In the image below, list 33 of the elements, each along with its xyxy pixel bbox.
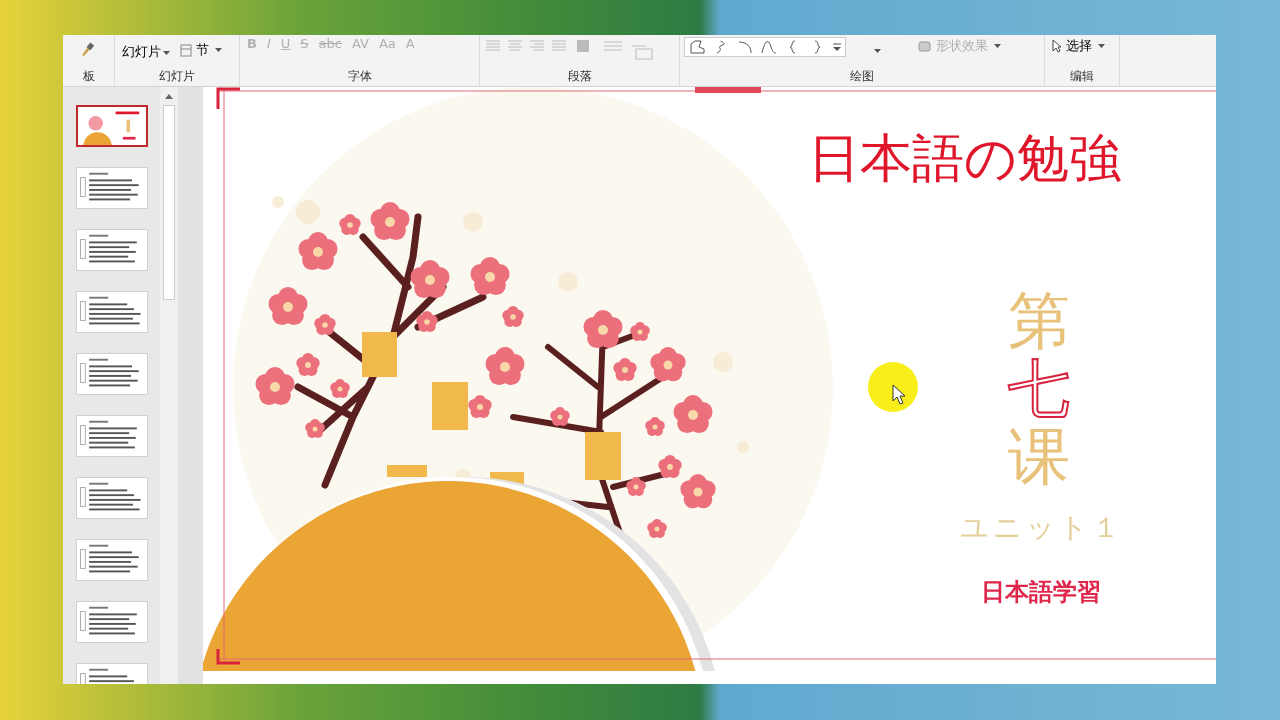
slide-title: 日本語の勉強: [808, 127, 1121, 190]
new-slide-button[interactable]: 幻灯片: [119, 43, 173, 61]
group-label: 段落: [566, 68, 593, 85]
slide-subtitle: 日本語学習: [981, 577, 1101, 608]
shape-effects-icon: [918, 40, 932, 52]
caret-icon: [994, 44, 1001, 48]
scroll-up-icon[interactable]: [165, 93, 173, 99]
scrollbar[interactable]: [160, 87, 178, 684]
freeform-shape-icon[interactable]: [689, 39, 705, 55]
scrollbar-thumb[interactable]: [163, 105, 175, 300]
slide-thumbnail[interactable]: [75, 105, 148, 147]
cursor-highlight-drawing: [868, 362, 918, 412]
format-painter-icon[interactable]: [79, 41, 95, 57]
group-label: 字体: [346, 68, 373, 85]
caret-icon[interactable]: [874, 49, 881, 53]
group-label: 板: [81, 68, 96, 85]
group-label: 幻灯片: [158, 68, 196, 85]
caret-icon: [1098, 44, 1105, 48]
pointer-icon: [1052, 39, 1062, 53]
group-label: 编辑: [1069, 68, 1095, 85]
arc-icon[interactable]: [737, 39, 753, 55]
caret-icon: [215, 48, 222, 52]
unit-label: ユニット１: [960, 510, 1124, 546]
section-button[interactable]: 节: [177, 41, 225, 59]
gallery-more-icon[interactable]: [833, 42, 841, 52]
section-icon: [180, 43, 192, 57]
vertical-title: 第 七 课: [1008, 287, 1070, 492]
caret-icon: [163, 50, 170, 55]
select-button[interactable]: 选择: [1049, 37, 1108, 55]
shape-gallery[interactable]: [684, 37, 846, 57]
selection-handle[interactable]: [695, 87, 761, 93]
curve-icon[interactable]: [761, 39, 777, 55]
group-label: 绘图: [849, 68, 875, 85]
